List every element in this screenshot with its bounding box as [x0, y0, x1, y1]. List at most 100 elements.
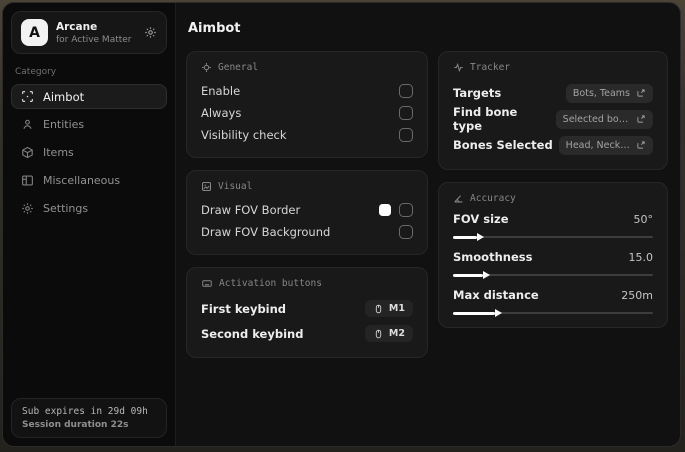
slider-fill — [453, 273, 483, 277]
image-frame-icon — [201, 181, 212, 192]
sidebar-item-label: Settings — [43, 202, 89, 215]
keyboard-icon — [201, 278, 213, 289]
fov-size-slider[interactable] — [453, 235, 653, 239]
tracker-card: Tracker Targets Bots, Teams Find bone ty… — [438, 51, 668, 170]
draw-fov-border-checkbox[interactable] — [399, 203, 413, 217]
app-title: Arcane — [56, 20, 98, 33]
section-header-label: Accuracy — [470, 193, 516, 204]
setting-row-max-distance: Max distance 250m — [453, 287, 653, 315]
setting-row-always: Always — [201, 102, 413, 124]
general-card: General Enable Always Visibility check — [186, 51, 428, 158]
cube-icon — [21, 146, 34, 159]
setting-row-targets: Targets Bots, Teams — [453, 80, 653, 106]
expand-icon — [636, 140, 646, 150]
activity-icon — [453, 62, 464, 73]
gear-icon[interactable] — [144, 26, 157, 39]
draw-fov-background-checkbox[interactable] — [399, 225, 413, 239]
sidebar-item-label: Aimbot — [43, 89, 85, 104]
category-label: Category — [15, 67, 57, 77]
setting-label: Enable — [201, 84, 241, 98]
sidebar-item-label: Entities — [43, 118, 85, 131]
first-keybind-button[interactable]: M1 — [364, 300, 413, 317]
keybind-value: M1 — [388, 303, 405, 314]
mouse-icon — [373, 329, 384, 339]
sidebar-item-entities[interactable]: Entities — [11, 112, 167, 137]
page-title: Aimbot — [188, 21, 241, 36]
dropdown-value: Selected bone — [562, 113, 630, 125]
setting-row-visibility-check: Visibility check — [201, 124, 413, 146]
visibility-check-checkbox[interactable] — [399, 128, 413, 142]
section-header-label: Activation buttons — [219, 278, 322, 289]
section-header-label: Visual — [218, 181, 253, 192]
always-checkbox[interactable] — [399, 106, 413, 120]
setting-label: Always — [201, 106, 242, 120]
crosshair-scan-icon — [21, 90, 34, 103]
layout-icon — [21, 174, 34, 187]
app-subtitle: for Active Matter — [56, 34, 132, 45]
slider-value: 15.0 — [628, 250, 654, 264]
sub-expiry-text: Sub expires in 29d 09h — [22, 406, 148, 417]
section-header-label: General — [218, 62, 259, 73]
keybind-value: M2 — [388, 328, 405, 339]
setting-label: Smoothness — [453, 250, 533, 264]
max-distance-slider[interactable] — [453, 311, 653, 315]
main-content: Aimbot General Enable Always Visibility … — [176, 3, 680, 446]
setting-label: Draw FOV Border — [201, 203, 301, 217]
setting-label: Targets — [453, 86, 502, 100]
app-header-card: A Arcane for Active Matter — [11, 11, 167, 54]
setting-label: Max distance — [453, 288, 539, 302]
setting-label: Find bone type — [453, 105, 518, 133]
session-duration-text: Session duration 22s — [22, 420, 129, 430]
smoothness-slider[interactable] — [453, 273, 653, 277]
angle-icon — [453, 193, 464, 204]
fov-border-color-swatch[interactable] — [379, 204, 391, 216]
setting-row-find-bone-type: Find bone type Selected bone — [453, 105, 653, 133]
setting-label: FOV size — [453, 212, 509, 226]
crosshair-icon — [201, 62, 212, 73]
expand-icon — [636, 88, 646, 98]
slider-fill — [453, 311, 495, 315]
activation-buttons-card: Activation buttons First keybind M1 Seco… — [186, 267, 428, 358]
dropdown-value: Head, Neck, Body, Pe.. — [565, 139, 630, 151]
setting-row-enable: Enable — [201, 80, 413, 102]
setting-row-bones-selected: Bones Selected Head, Neck, Body, Pe.. — [453, 132, 653, 158]
gear-icon — [21, 202, 34, 215]
setting-row-smoothness: Smoothness 15.0 — [453, 249, 654, 277]
mouse-icon — [373, 304, 384, 314]
setting-label: Visibility check — [201, 128, 287, 142]
slider-fill — [453, 235, 477, 239]
bones-selected-dropdown[interactable]: Head, Neck, Body, Pe.. — [558, 135, 653, 155]
second-keybind-button[interactable]: M2 — [364, 325, 413, 342]
setting-row-draw-fov-border: Draw FOV Border — [201, 199, 413, 221]
sidebar-item-aimbot[interactable]: Aimbot — [11, 84, 167, 109]
sidebar-item-label: Items — [43, 146, 74, 159]
setting-row-draw-fov-background: Draw FOV Background — [201, 221, 413, 243]
setting-label: First keybind — [201, 301, 287, 316]
expand-icon — [636, 114, 646, 124]
slider-value: 50° — [633, 212, 654, 226]
enable-checkbox[interactable] — [399, 84, 413, 98]
sidebar: A Arcane for Active Matter Category Aimb… — [3, 3, 176, 446]
setting-label: Bones Selected — [453, 138, 553, 152]
setting-row-fov-size: FOV size 50° — [453, 211, 654, 239]
app-logo: A — [21, 19, 48, 46]
sidebar-item-items[interactable]: Items — [11, 140, 167, 165]
dropdown-value: Bots, Teams — [572, 87, 630, 99]
subscription-info-card: Sub expires in 29d 09h Session duration … — [11, 398, 167, 438]
accuracy-card: Accuracy FOV size 50° Smoothness 15.0 Ma… — [438, 182, 668, 328]
targets-dropdown[interactable]: Bots, Teams — [565, 83, 653, 103]
sidebar-nav: Aimbot Entities Items Miscellaneous Sett… — [11, 84, 167, 224]
setting-label: Draw FOV Background — [201, 225, 331, 239]
sidebar-item-settings[interactable]: Settings — [11, 196, 167, 221]
sidebar-item-miscellaneous[interactable]: Miscellaneous — [11, 168, 167, 193]
find-bone-type-dropdown[interactable]: Selected bone — [555, 109, 653, 129]
setting-label: Second keybind — [201, 326, 304, 341]
person-target-icon — [21, 118, 34, 131]
setting-row-second-keybind: Second keybind M2 — [201, 321, 413, 346]
setting-row-first-keybind: First keybind M1 — [201, 296, 413, 321]
app-titles: Arcane for Active Matter — [56, 21, 132, 45]
app-window: A Arcane for Active Matter Category Aimb… — [2, 2, 681, 447]
slider-value: 250m — [621, 288, 653, 302]
sidebar-item-label: Miscellaneous — [43, 174, 121, 187]
section-header-label: Tracker — [470, 62, 511, 73]
